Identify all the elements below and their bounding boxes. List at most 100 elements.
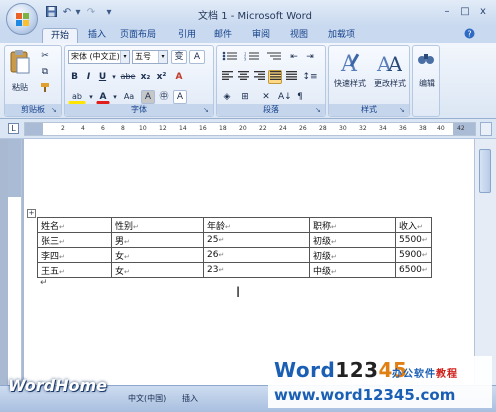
borders-icon[interactable]: ⊞ <box>236 90 254 104</box>
table-cell[interactable]: 25↵ <box>203 232 310 248</box>
italic-button[interactable]: I <box>82 70 95 84</box>
tab-insert[interactable]: 插入 <box>80 28 114 43</box>
table-cell[interactable]: 张三↵ <box>37 232 112 248</box>
table-cell[interactable]: 26↵ <box>203 247 310 263</box>
view-ruler-button[interactable] <box>480 122 492 136</box>
change-case-button[interactable]: Aa <box>120 90 138 104</box>
redo-icon[interactable]: ↷ <box>84 6 98 19</box>
clear-formatting-button[interactable]: A <box>171 70 187 84</box>
chevron-down-icon[interactable]: ▾ <box>120 51 129 63</box>
tab-mailings[interactable]: 邮件 <box>206 28 240 43</box>
decrease-indent-icon[interactable]: ⇤ <box>287 50 301 64</box>
paragraph-launcher-icon[interactable]: ↘ <box>315 106 323 114</box>
tab-view[interactable]: 视图 <box>282 28 316 43</box>
font-name-combo[interactable]: 宋体 (中文正) ▾ <box>68 50 130 64</box>
table-cell[interactable]: 王五↵ <box>37 262 112 278</box>
close-button[interactable]: x <box>474 4 492 19</box>
table-cell[interactable]: 初级↵ <box>309 247 396 263</box>
tab-add-ins[interactable]: 加载项 <box>320 28 363 43</box>
watermark-brand-num1: 123 <box>335 358 379 382</box>
maximize-button[interactable]: □ <box>456 4 474 19</box>
clipboard-launcher-icon[interactable]: ↘ <box>51 106 59 114</box>
undo-icon[interactable]: ↶ <box>60 6 74 19</box>
align-center-icon[interactable] <box>236 70 250 84</box>
minimize-button[interactable]: – <box>438 4 456 19</box>
table-cell[interactable]: 中级↵ <box>309 262 396 278</box>
table-row: 张三↵ 男↵ 25↵ 初级↵ 5500↵ <box>37 232 432 248</box>
undo-dropdown-icon[interactable]: ▾ <box>74 6 82 19</box>
shading-icon[interactable]: ◈ <box>220 90 234 104</box>
superscript-button[interactable]: x² <box>154 70 169 84</box>
underline-dropdown-icon[interactable]: ▾ <box>110 70 118 84</box>
align-right-icon[interactable] <box>252 70 266 84</box>
document-page[interactable]: + 姓名↵ 性别↵ 年龄↵ 职称↵ 收入↵ 张三↵ 男↵ 25↵ 初级↵ 5500↵ 李四↵ 女↵ 26… <box>24 139 474 385</box>
text-highlight-button[interactable]: ab <box>68 90 86 104</box>
table-cell[interactable]: 年龄↵ <box>203 217 310 233</box>
ruler-tick: 10 <box>139 125 147 132</box>
font-color-button[interactable]: A <box>96 90 110 104</box>
table-cell-text: 李四 <box>41 251 60 262</box>
cut-icon[interactable]: ✂ <box>37 49 53 63</box>
save-icon[interactable] <box>44 6 58 19</box>
table-cell[interactable]: 女↵ <box>111 247 204 263</box>
horizontal-ruler[interactable]: 2 4 6 8 10 12 14 16 18 20 22 24 26 28 30… <box>24 122 476 136</box>
tab-home[interactable]: 开始 <box>42 28 79 43</box>
character-shading-button[interactable]: A <box>141 90 155 104</box>
help-icon[interactable]: ? <box>462 28 476 41</box>
bold-button[interactable]: B <box>68 70 81 84</box>
increase-indent-icon[interactable]: ⇥ <box>303 50 317 64</box>
enclose-characters-button[interactable]: ㊥ <box>157 90 171 104</box>
distributed-icon[interactable] <box>284 70 298 84</box>
table-cell[interactable]: 初级↵ <box>309 232 396 248</box>
font-color-dropdown-icon[interactable]: ▾ <box>111 90 119 104</box>
numbering-icon[interactable]: 123 <box>242 50 262 64</box>
status-insert-mode[interactable]: 插入 <box>182 393 198 404</box>
strikethrough-button[interactable]: abe <box>119 70 137 84</box>
vertical-ruler[interactable] <box>8 139 22 385</box>
table-cell[interactable]: 6500↵ <box>395 262 432 278</box>
table-cell[interactable]: 收入↵ <box>395 217 432 233</box>
bullets-icon[interactable] <box>220 50 240 64</box>
subscript-button[interactable]: x₂ <box>138 70 153 84</box>
font-size-combo[interactable]: 五号 ▾ <box>132 50 168 64</box>
show-hide-marks-icon[interactable]: ¶ <box>293 90 307 104</box>
table-cell[interactable]: 李四↵ <box>37 247 112 263</box>
highlight-dropdown-icon[interactable]: ▾ <box>87 90 95 104</box>
underline-button[interactable]: U <box>96 70 109 84</box>
char-border-a-button[interactable]: A <box>189 50 205 64</box>
styles-launcher-icon[interactable]: ↘ <box>399 106 407 114</box>
table-cell[interactable]: 性别↵ <box>111 217 204 233</box>
tab-selector-button[interactable]: L <box>8 123 19 134</box>
customize-toolbar-icon[interactable]: ▾ <box>102 6 116 19</box>
tab-page-layout[interactable]: 页面布局 <box>112 28 164 43</box>
table-cell[interactable]: 5900↵ <box>395 247 432 263</box>
office-button[interactable] <box>6 3 38 35</box>
table-cell[interactable]: 职称↵ <box>309 217 396 233</box>
asian-layout-icon[interactable]: ✕ <box>257 90 275 104</box>
scrollbar-thumb[interactable] <box>479 149 491 193</box>
document-table[interactable]: 姓名↵ 性别↵ 年龄↵ 职称↵ 收入↵ 张三↵ 男↵ 25↵ 初级↵ 5500↵ 李四↵ 女↵ 26↵ 初… <box>37 217 432 278</box>
vertical-scrollbar[interactable] <box>474 139 496 385</box>
table-cell[interactable]: 男↵ <box>111 232 204 248</box>
status-language[interactable]: 中文(中国) <box>128 393 166 404</box>
format-painter-icon[interactable] <box>37 81 53 95</box>
table-move-handle-icon[interactable]: + <box>27 209 36 218</box>
line-spacing-icon[interactable]: ↕≡ <box>301 70 319 84</box>
font-launcher-icon[interactable]: ↘ <box>203 106 211 114</box>
justify-icon[interactable] <box>268 70 282 84</box>
character-border-button[interactable]: A <box>173 90 187 104</box>
chevron-down-icon[interactable]: ▾ <box>158 51 167 63</box>
phonetic-guide-button[interactable]: 变 <box>171 50 187 64</box>
table-cell[interactable]: 5500↵ <box>395 232 432 248</box>
tab-review[interactable]: 审阅 <box>244 28 278 43</box>
copy-icon[interactable]: ⧉ <box>37 65 53 79</box>
sort-icon[interactable]: A↓ <box>277 90 292 104</box>
svg-text:?: ? <box>467 29 471 38</box>
table-cell[interactable]: 女↵ <box>111 262 204 278</box>
align-left-icon[interactable] <box>220 70 234 84</box>
watermark-brand: Word12345 <box>274 358 407 382</box>
multilevel-list-icon[interactable] <box>264 50 284 64</box>
table-cell[interactable]: 23↵ <box>203 262 310 278</box>
tab-references[interactable]: 引用 <box>170 28 204 43</box>
table-cell[interactable]: 姓名↵ <box>37 217 112 233</box>
